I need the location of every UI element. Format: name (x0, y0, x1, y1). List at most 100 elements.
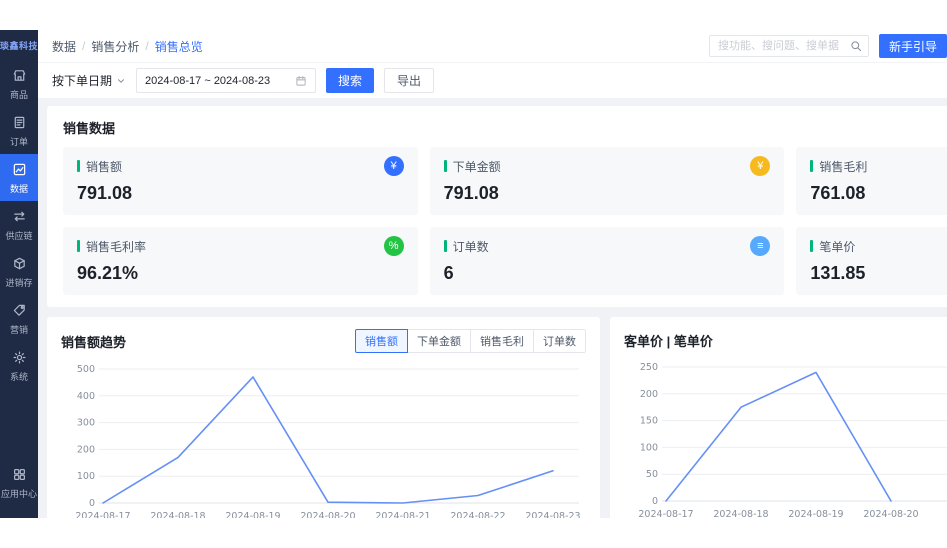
sidebar-item-supply-chain[interactable]: 供应链 (0, 201, 38, 248)
stat-accent-bar (443, 160, 447, 172)
breadcrumb-separator: / (82, 39, 86, 53)
search-button[interactable]: 搜索 (326, 68, 375, 93)
goods-icon (12, 68, 27, 88)
date-range-value: 2024-08-17 ~ 2024-08-23 (145, 74, 271, 87)
system-icon (12, 350, 27, 370)
calendar-icon (296, 75, 306, 86)
stat-card-gross-profit: 销售毛利 761.08 (796, 147, 947, 215)
svg-text:400: 400 (77, 391, 95, 402)
data-icon (12, 162, 27, 182)
marketing-icon (12, 303, 27, 323)
app-window: 琰鑫科技 商品 订单 数据 供应链 进销存 营销 系统 应用中心 数据 / 销售… (0, 30, 947, 518)
sidebar-item-marketing[interactable]: 营销 (0, 295, 38, 342)
stat-card-order-amount: 下单金额 ¥ 791.08 (429, 147, 785, 215)
breadcrumb-item[interactable]: 销售分析 (91, 38, 139, 55)
sidebar-item-label: 系统 (9, 372, 28, 382)
sidebar-item-label: 进销存 (5, 278, 33, 288)
beginner-guide-button[interactable]: 新手引导 (878, 34, 947, 58)
svg-text:50: 50 (646, 469, 658, 480)
sidebar-item-goods[interactable]: 商品 (0, 60, 38, 107)
sales-data-card: 销售数据 销售额 ¥ 791.08 下单金额 ¥ 791.08 销售毛利 761… (47, 106, 947, 307)
app-center-icon (12, 467, 27, 487)
sidebar-item-label: 营销 (9, 325, 28, 335)
breadcrumb: 数据 / 销售分析 / 销售总览 (52, 38, 203, 55)
sidebar-item-label: 供应链 (5, 231, 33, 241)
stat-label: 下单金额 (452, 159, 501, 174)
stat-accent-bar (443, 240, 447, 252)
unit-price-chart: 0 50 100 150 200 250 2024-08-17 2024-08-18 2024-… (638, 362, 947, 518)
svg-text:2024-08-20: 2024-08-20 (300, 511, 355, 518)
svg-text:150: 150 (640, 416, 658, 427)
sidebar-item-label: 应用中心 (0, 489, 37, 499)
supply-chain-icon (12, 209, 27, 229)
date-range-input[interactable]: 2024-08-17 ~ 2024-08-23 (136, 68, 317, 93)
svg-text:2024-08-17: 2024-08-17 (75, 511, 130, 518)
sidebar-item-orders[interactable]: 订单 (0, 107, 38, 154)
svg-text:2024-08-18: 2024-08-18 (713, 509, 768, 518)
section-title: 销售数据 (63, 121, 116, 136)
stat-value: 6 (443, 263, 454, 283)
sidebar-item-app-center[interactable]: 应用中心 (0, 459, 38, 506)
stat-card-sales-amount: 销售额 ¥ 791.08 (63, 147, 418, 215)
search-icon[interactable] (850, 40, 862, 52)
svg-text:2024-08-23: 2024-08-23 (525, 511, 580, 518)
stat-value: 791.08 (77, 183, 133, 203)
coin-circle-icon: ¥ (750, 156, 771, 176)
stat-accent-bar (810, 160, 814, 172)
tab-order-count[interactable]: 订单数 (533, 329, 586, 353)
chart-title: 销售额趋势 (61, 334, 127, 350)
svg-text:0: 0 (89, 498, 95, 509)
sales-trend-chart: 0 100 200 300 400 500 2024-08-17 2024-08-18 2024… (75, 364, 580, 518)
stat-label: 订单数 (452, 239, 489, 254)
stat-value: 96.21% (77, 263, 139, 283)
breadcrumb-item[interactable]: 数据 (52, 38, 76, 55)
svg-text:2024-08-19: 2024-08-19 (788, 509, 843, 518)
percent-circle-icon: % (383, 236, 404, 256)
breadcrumb-item-current[interactable]: 销售总览 (155, 38, 203, 55)
stat-accent-bar (810, 240, 814, 252)
sidebar-item-label: 订单 (9, 137, 28, 147)
export-button[interactable]: 导出 (384, 68, 435, 93)
trend-metric-tabs: 销售额 下单金额 销售毛利 订单数 (355, 329, 586, 353)
tab-sales-amount[interactable]: 销售额 (355, 329, 408, 353)
sidebar-item-label: 商品 (9, 90, 28, 100)
tab-order-amount[interactable]: 下单金额 (407, 329, 471, 353)
chevron-down-icon (118, 78, 125, 83)
stat-label: 销售毛利 (819, 159, 868, 174)
filter-bar: 按下单日期 2024-08-17 ~ 2024-08-23 搜索 导出 (38, 62, 947, 98)
date-type-select[interactable]: 按下单日期 (52, 72, 126, 89)
sidebar: 琰鑫科技 商品 订单 数据 供应链 进销存 营销 系统 应用中心 (0, 30, 38, 518)
topbar: 数据 / 销售分析 / 销售总览 新手引导 (38, 30, 947, 62)
orders-icon (12, 115, 27, 135)
charts-row: 销售额趋势 销售额 下单金额 销售毛利 订单数 0 100 200 300 400 500… (47, 317, 947, 518)
sidebar-item-inventory[interactable]: 进销存 (0, 248, 38, 295)
stat-value: 131.85 (810, 263, 866, 283)
list-circle-icon: ≡ (750, 236, 771, 256)
sidebar-item-label: 数据 (9, 184, 28, 194)
stat-accent-bar (77, 160, 80, 172)
stat-card-avg-order-value: 笔单价 131.85 (796, 227, 947, 295)
sidebar-item-data[interactable]: 数据 (0, 154, 38, 201)
stat-value: 761.08 (810, 183, 866, 203)
svg-text:2024-08-21: 2024-08-21 (375, 511, 430, 518)
topbar-right: 新手引导 (708, 34, 947, 58)
svg-text:250: 250 (640, 362, 658, 373)
stat-label: 销售额 (86, 159, 123, 174)
yen-circle-icon: ¥ (383, 156, 404, 176)
svg-text:0: 0 (652, 496, 658, 507)
stat-accent-bar (77, 240, 80, 252)
stat-card-gross-margin: 销售毛利率 % 96.21% (63, 227, 418, 295)
stat-label: 销售毛利率 (86, 239, 147, 254)
content-area: 销售数据 销售额 ¥ 791.08 下单金额 ¥ 791.08 销售毛利 761… (38, 98, 947, 518)
svg-text:2024-08-18: 2024-08-18 (150, 511, 205, 518)
svg-text:300: 300 (77, 418, 95, 429)
main-area: 数据 / 销售分析 / 销售总览 新手引导 按下单日期 2024-08-1 (38, 30, 947, 518)
tab-gross-profit[interactable]: 销售毛利 (470, 329, 534, 353)
breadcrumb-separator: / (145, 39, 149, 53)
svg-text:2024-08-22: 2024-08-22 (450, 511, 505, 518)
search-input[interactable] (715, 39, 850, 53)
inventory-icon (12, 256, 27, 276)
global-search-box (708, 35, 869, 57)
sidebar-item-system[interactable]: 系统 (0, 342, 38, 389)
stat-card-order-count: 订单数 ≡ 6 (429, 227, 785, 295)
